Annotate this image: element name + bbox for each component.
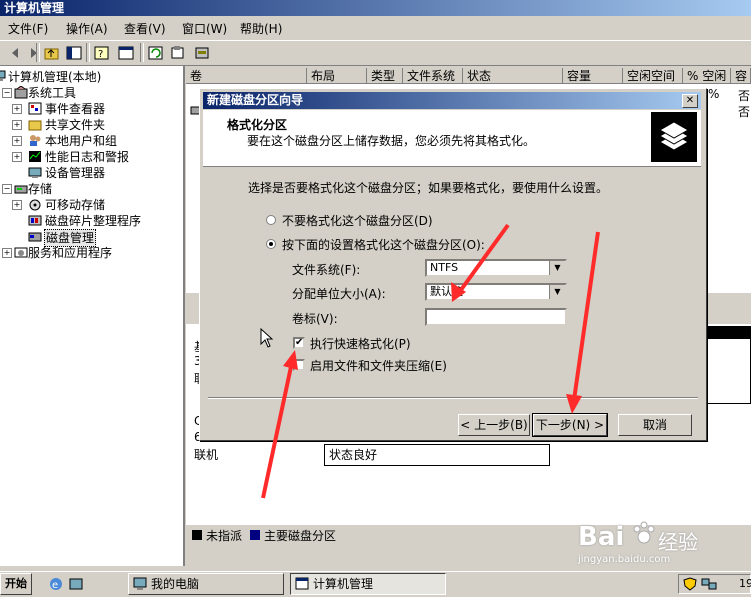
arrow-to-next [566,231,600,414]
arrow-to-quick-format [261,350,298,499]
arrow-to-allocation [451,223,510,302]
watermark-brand-suffix: 经验 [658,530,698,554]
annotation-arrows [261,223,600,499]
watermark-brand: Bai [578,522,625,552]
baidu-watermark: Bai 经验 jingyan.baidu.com [578,518,748,568]
paw-icon [632,520,656,549]
watermark-url: jingyan.baidu.com [578,554,671,565]
